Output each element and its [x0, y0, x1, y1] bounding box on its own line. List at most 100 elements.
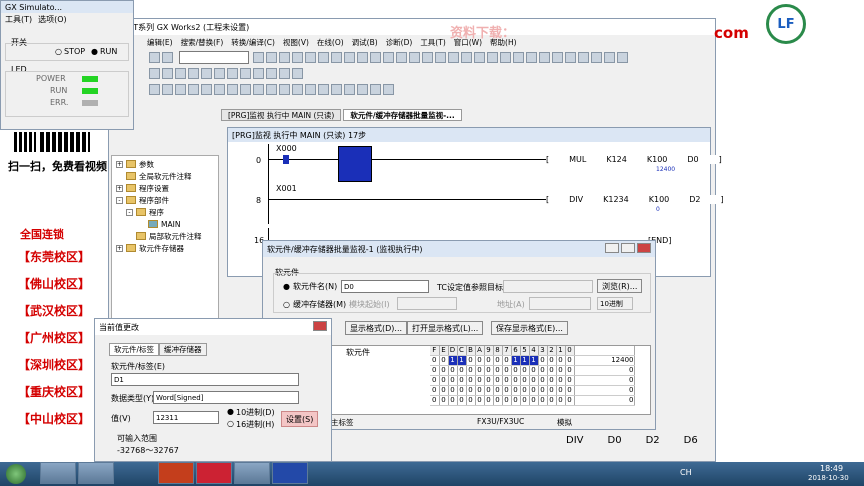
ladder-tool-icon[interactable] — [240, 83, 251, 95]
ladder-tool-icon[interactable] — [318, 83, 329, 95]
maximize-icon[interactable] — [621, 243, 635, 253]
hex-radio[interactable]: ○ 16进制(H) — [227, 419, 274, 430]
ladder-tool-icon[interactable] — [175, 83, 186, 95]
type-select[interactable]: Word[Signed] — [153, 391, 299, 404]
menu-options[interactable]: 选项(O) — [38, 14, 67, 25]
chrome-icon[interactable] — [40, 462, 76, 484]
table-row[interactable]: 00000000000000000 — [430, 376, 635, 386]
tree-item[interactable]: - 程序部件 — [116, 194, 218, 206]
menu-view[interactable]: 视图(V) — [283, 37, 309, 48]
tool-icon[interactable] — [253, 67, 264, 79]
tree-item[interactable]: MAIN — [116, 218, 218, 230]
close-icon[interactable] — [637, 243, 651, 253]
tool-icon[interactable] — [279, 67, 290, 79]
explorer-icon[interactable] — [78, 462, 114, 484]
tool-icon[interactable] — [422, 51, 433, 63]
tool-icon[interactable] — [292, 67, 303, 79]
buffer-radio[interactable]: ○ 缓冲存储器(M) — [283, 299, 346, 310]
ladder-tool-icon[interactable] — [305, 83, 316, 95]
ladder-tool-icon[interactable] — [357, 83, 368, 95]
tool-icon[interactable] — [279, 51, 290, 63]
ladder-tool-icon[interactable] — [162, 83, 173, 95]
start-button[interactable] — [6, 464, 26, 484]
tool-icon[interactable] — [266, 51, 277, 63]
print-icon[interactable] — [162, 51, 173, 63]
value-input[interactable]: 12311 — [153, 411, 219, 424]
instr-mul[interactable]: [MUL K124 K100 D0] — [546, 155, 722, 164]
ladder-tool-icon[interactable] — [149, 83, 160, 95]
close-icon[interactable] — [313, 321, 327, 331]
ladder-tool-icon[interactable] — [344, 83, 355, 95]
save-icon[interactable] — [149, 51, 160, 63]
menu-edit[interactable]: 编辑(E) — [147, 37, 173, 48]
powerpoint-icon[interactable] — [158, 462, 194, 484]
ladder-tool-icon[interactable] — [279, 83, 290, 95]
table-row[interactable]: 00000000000000000 — [430, 386, 635, 396]
ladder-tool-icon[interactable] — [266, 83, 277, 95]
simulator-icon[interactable] — [234, 462, 270, 484]
tool-icon[interactable] — [565, 51, 576, 63]
ladder-tool-icon[interactable] — [188, 83, 199, 95]
tab-ladder[interactable]: [PRG]监视 执行中 MAIN (只读) — [221, 109, 342, 121]
stop-radio[interactable]: ○ STOP — [55, 47, 85, 56]
tool-icon[interactable] — [149, 67, 160, 79]
tool-icon[interactable] — [435, 51, 446, 63]
tool-icon[interactable] — [162, 67, 173, 79]
run-radio[interactable]: ● RUN — [91, 47, 117, 56]
menu-debug[interactable]: 调试(B) — [352, 37, 378, 48]
menu-tools[interactable]: 工具(T) — [420, 37, 445, 48]
ch-indicator[interactable]: CH — [680, 468, 692, 477]
ladder-tool-icon[interactable] — [370, 83, 381, 95]
tool-icon[interactable] — [370, 51, 381, 63]
tree-item[interactable]: + 软元件存储器 — [116, 242, 218, 254]
browse-button[interactable]: 浏览(R)... — [597, 279, 643, 293]
tool-icon[interactable] — [578, 51, 589, 63]
ladder-tool-icon[interactable] — [253, 83, 264, 95]
ladder-tool-icon[interactable] — [201, 83, 212, 95]
table-row[interactable]: 00000000000000000 — [430, 366, 635, 376]
monitor-icon[interactable] — [272, 462, 308, 484]
ladder-tool-icon[interactable] — [331, 83, 342, 95]
tool-icon[interactable] — [292, 51, 303, 63]
toolbar-combo[interactable] — [179, 50, 249, 64]
save-format-button[interactable]: 保存显示格式(E)... — [491, 321, 568, 335]
menu-tools[interactable]: 工具(T) — [5, 14, 32, 25]
tree-item[interactable]: + 参数 — [116, 158, 218, 170]
tool-icon[interactable] — [591, 51, 602, 63]
tool-icon[interactable] — [604, 51, 615, 63]
table-row[interactable]: 0 0 1 1 0 0 0 0 0 1 1 1 0 0 0 0 12400 — [430, 356, 635, 366]
tool-icon[interactable] — [513, 51, 524, 63]
tool-icon[interactable] — [539, 51, 550, 63]
tool-icon[interactable] — [383, 51, 394, 63]
instr-div[interactable]: [DIV K1234 K100 D2] — [546, 195, 724, 204]
tool-icon[interactable] — [240, 67, 251, 79]
tool-icon[interactable] — [253, 51, 264, 63]
set-button[interactable]: 设置(S) — [281, 411, 319, 427]
tab-batch-monitor[interactable]: 软元件/缓冲存储器批量监视-... — [343, 109, 462, 121]
menu-find[interactable]: 搜索/替换(F) — [181, 37, 224, 48]
tool-icon[interactable] — [552, 51, 563, 63]
tool-icon[interactable] — [617, 51, 628, 63]
tree-item[interactable]: + 程序设置 — [116, 182, 218, 194]
tool-icon[interactable] — [344, 51, 355, 63]
tool-icon[interactable] — [266, 67, 277, 79]
table-row[interactable]: 00000000000000000 — [430, 396, 635, 406]
device-name-radio[interactable]: ● 软元件名(N) — [283, 281, 337, 292]
tool-icon[interactable] — [214, 67, 225, 79]
ladder-tool-icon[interactable] — [227, 83, 238, 95]
show-format-button[interactable]: 显示格式(D)... — [345, 321, 408, 335]
tool-icon[interactable] — [188, 67, 199, 79]
device-input[interactable]: D1 — [111, 373, 299, 386]
tab-buffer[interactable]: 缓冲存储器 — [159, 343, 207, 356]
menu-convert[interactable]: 转换/编译(C) — [231, 37, 275, 48]
tree-item[interactable]: 全局软元件注释 — [116, 170, 218, 182]
minimize-icon[interactable] — [605, 243, 619, 253]
tree-item[interactable]: 局部软元件注释 — [116, 230, 218, 242]
ladder-tool-icon[interactable] — [383, 83, 394, 95]
gxworks-icon[interactable] — [196, 462, 232, 484]
tool-icon[interactable] — [409, 51, 420, 63]
menu-online[interactable]: 在线(O) — [317, 37, 344, 48]
tool-icon[interactable] — [175, 67, 186, 79]
tool-icon[interactable] — [487, 51, 498, 63]
tool-icon[interactable] — [396, 51, 407, 63]
